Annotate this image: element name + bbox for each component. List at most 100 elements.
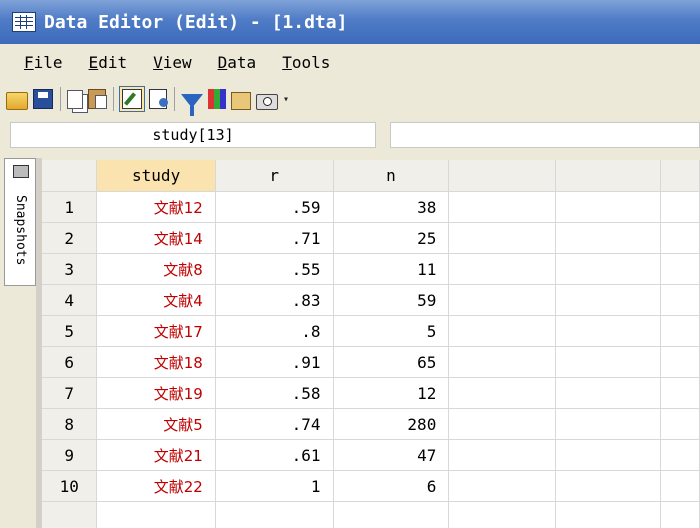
cell-study[interactable]: 文献18 [96,346,216,378]
cell-empty[interactable] [555,377,662,409]
cell-n[interactable]: 6 [333,470,450,502]
cell-study[interactable]: 文献14 [96,222,216,254]
corner-cell[interactable] [42,160,98,192]
cell-empty[interactable] [555,315,662,347]
cell-empty[interactable] [555,284,662,316]
cell-r[interactable]: 1 [215,470,334,502]
snapshot-icon[interactable] [256,93,278,110]
row-number[interactable]: 5 [42,315,98,347]
open-icon[interactable] [6,92,28,110]
column-header-empty[interactable] [555,160,662,192]
cell-empty[interactable] [555,222,662,254]
filter-icon[interactable] [181,94,203,116]
cell-empty[interactable] [448,470,557,502]
menu-data[interactable]: Data [216,53,259,72]
cell-empty[interactable] [215,501,334,528]
cell-empty[interactable] [660,284,700,316]
row-number[interactable]: 2 [42,222,98,254]
cell-r[interactable]: .58 [215,377,334,409]
cell-empty[interactable] [448,284,557,316]
save-icon[interactable] [33,89,53,109]
cell-empty[interactable] [448,222,557,254]
cell-value-input[interactable] [390,122,700,148]
column-header-n[interactable]: n [333,160,450,192]
cell-empty[interactable] [96,501,216,528]
row-number[interactable]: 3 [42,253,98,285]
cell-empty[interactable] [448,377,557,409]
cell-r[interactable]: .71 [215,222,334,254]
cell-empty[interactable] [660,408,700,440]
cell-n[interactable]: 25 [333,222,450,254]
cell-r[interactable]: .74 [215,408,334,440]
cell-empty[interactable] [555,253,662,285]
cell-r[interactable]: .91 [215,346,334,378]
row-number[interactable]: 9 [42,439,98,471]
cell-study[interactable]: 文献4 [96,284,216,316]
cell-empty[interactable] [660,501,700,528]
menu-edit[interactable]: Edit [87,53,130,72]
row-number[interactable]: 6 [42,346,98,378]
cell-n[interactable]: 5 [333,315,450,347]
cell-study[interactable]: 文献12 [96,191,216,223]
column-header-study[interactable]: study [96,160,216,192]
cell-r[interactable]: .8 [215,315,334,347]
cell-n[interactable]: 38 [333,191,450,223]
column-header-empty[interactable] [660,160,700,192]
column-header-empty[interactable] [448,160,557,192]
cell-r[interactable]: .55 [215,253,334,285]
cell-n[interactable]: 47 [333,439,450,471]
cell-n[interactable]: 11 [333,253,450,285]
cell-empty[interactable] [448,315,557,347]
cell-empty[interactable] [555,408,662,440]
cell-empty[interactable] [660,191,700,223]
cell-empty[interactable] [660,470,700,502]
snapshots-tab[interactable]: Snapshots [4,158,36,286]
column-header-r[interactable]: r [215,160,334,192]
cell-study[interactable]: 文献22 [96,470,216,502]
row-number[interactable] [42,501,98,528]
cell-study[interactable]: 文献8 [96,253,216,285]
cell-study[interactable]: 文献5 [96,408,216,440]
cell-study[interactable]: 文献17 [96,315,216,347]
cell-empty[interactable] [333,501,450,528]
menu-file[interactable]: File [22,53,65,72]
cell-study[interactable]: 文献21 [96,439,216,471]
cell-n[interactable]: 12 [333,377,450,409]
row-number[interactable]: 4 [42,284,98,316]
cell-n[interactable]: 280 [333,408,450,440]
row-number[interactable]: 7 [42,377,98,409]
cell-empty[interactable] [660,439,700,471]
cell-empty[interactable] [448,191,557,223]
edit-mode-button[interactable] [119,86,145,112]
cell-empty[interactable] [448,346,557,378]
menu-tools[interactable]: Tools [280,53,332,72]
cell-empty[interactable] [448,253,557,285]
cell-empty[interactable] [555,346,662,378]
paste-icon[interactable] [88,89,107,109]
row-number[interactable]: 10 [42,470,98,502]
cell-n[interactable]: 65 [333,346,450,378]
cell-empty[interactable] [660,222,700,254]
cell-empty[interactable] [555,470,662,502]
cell-empty[interactable] [660,377,700,409]
cell-empty[interactable] [555,439,662,471]
cell-study[interactable]: 文献19 [96,377,216,409]
copy-icon[interactable] [67,89,83,109]
cell-empty[interactable] [448,439,557,471]
cell-r[interactable]: .59 [215,191,334,223]
toolbar-overflow-icon[interactable]: ▾ [283,94,291,105]
cell-empty[interactable] [555,501,662,528]
cell-empty[interactable] [448,408,557,440]
cell-empty[interactable] [660,253,700,285]
properties-icon[interactable] [231,91,251,110]
cell-r[interactable]: .83 [215,284,334,316]
cell-empty[interactable] [660,346,700,378]
cell-empty[interactable] [555,191,662,223]
cell-r[interactable]: .61 [215,439,334,471]
cell-empty[interactable] [660,315,700,347]
variables-icon[interactable] [208,89,226,109]
menu-view[interactable]: View [151,53,194,72]
browse-mode-icon[interactable] [149,89,168,109]
row-number[interactable]: 8 [42,408,98,440]
row-number[interactable]: 1 [42,191,98,223]
